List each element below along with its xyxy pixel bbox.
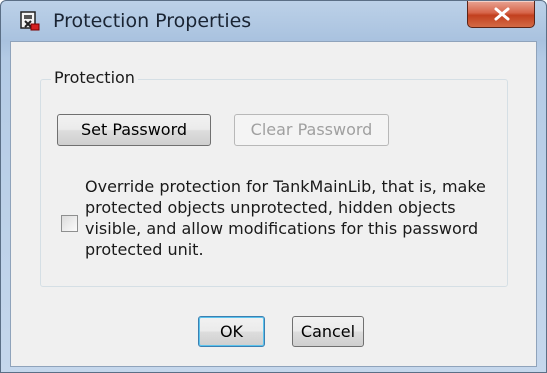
window-title: Protection Properties <box>53 10 252 32</box>
protection-properties-dialog: Protection Properties Protection Set Pas… <box>0 0 547 373</box>
set-password-button[interactable]: Set Password <box>57 114 211 146</box>
close-icon <box>494 7 510 21</box>
title-bar[interactable]: Protection Properties <box>1 1 546 41</box>
cancel-button[interactable]: Cancel <box>292 316 364 347</box>
override-protection-label: Override protection for TankMainLib, tha… <box>85 177 486 259</box>
ok-button[interactable]: OK <box>198 316 265 347</box>
protection-group-label: Protection <box>51 68 138 87</box>
override-protection-checkbox[interactable] <box>61 215 78 232</box>
protection-lock-icon <box>19 10 41 32</box>
dialog-client-area: Protection Set Password Clear Password O… <box>10 41 537 367</box>
close-button[interactable] <box>467 1 535 28</box>
clear-password-button[interactable]: Clear Password <box>234 114 389 146</box>
